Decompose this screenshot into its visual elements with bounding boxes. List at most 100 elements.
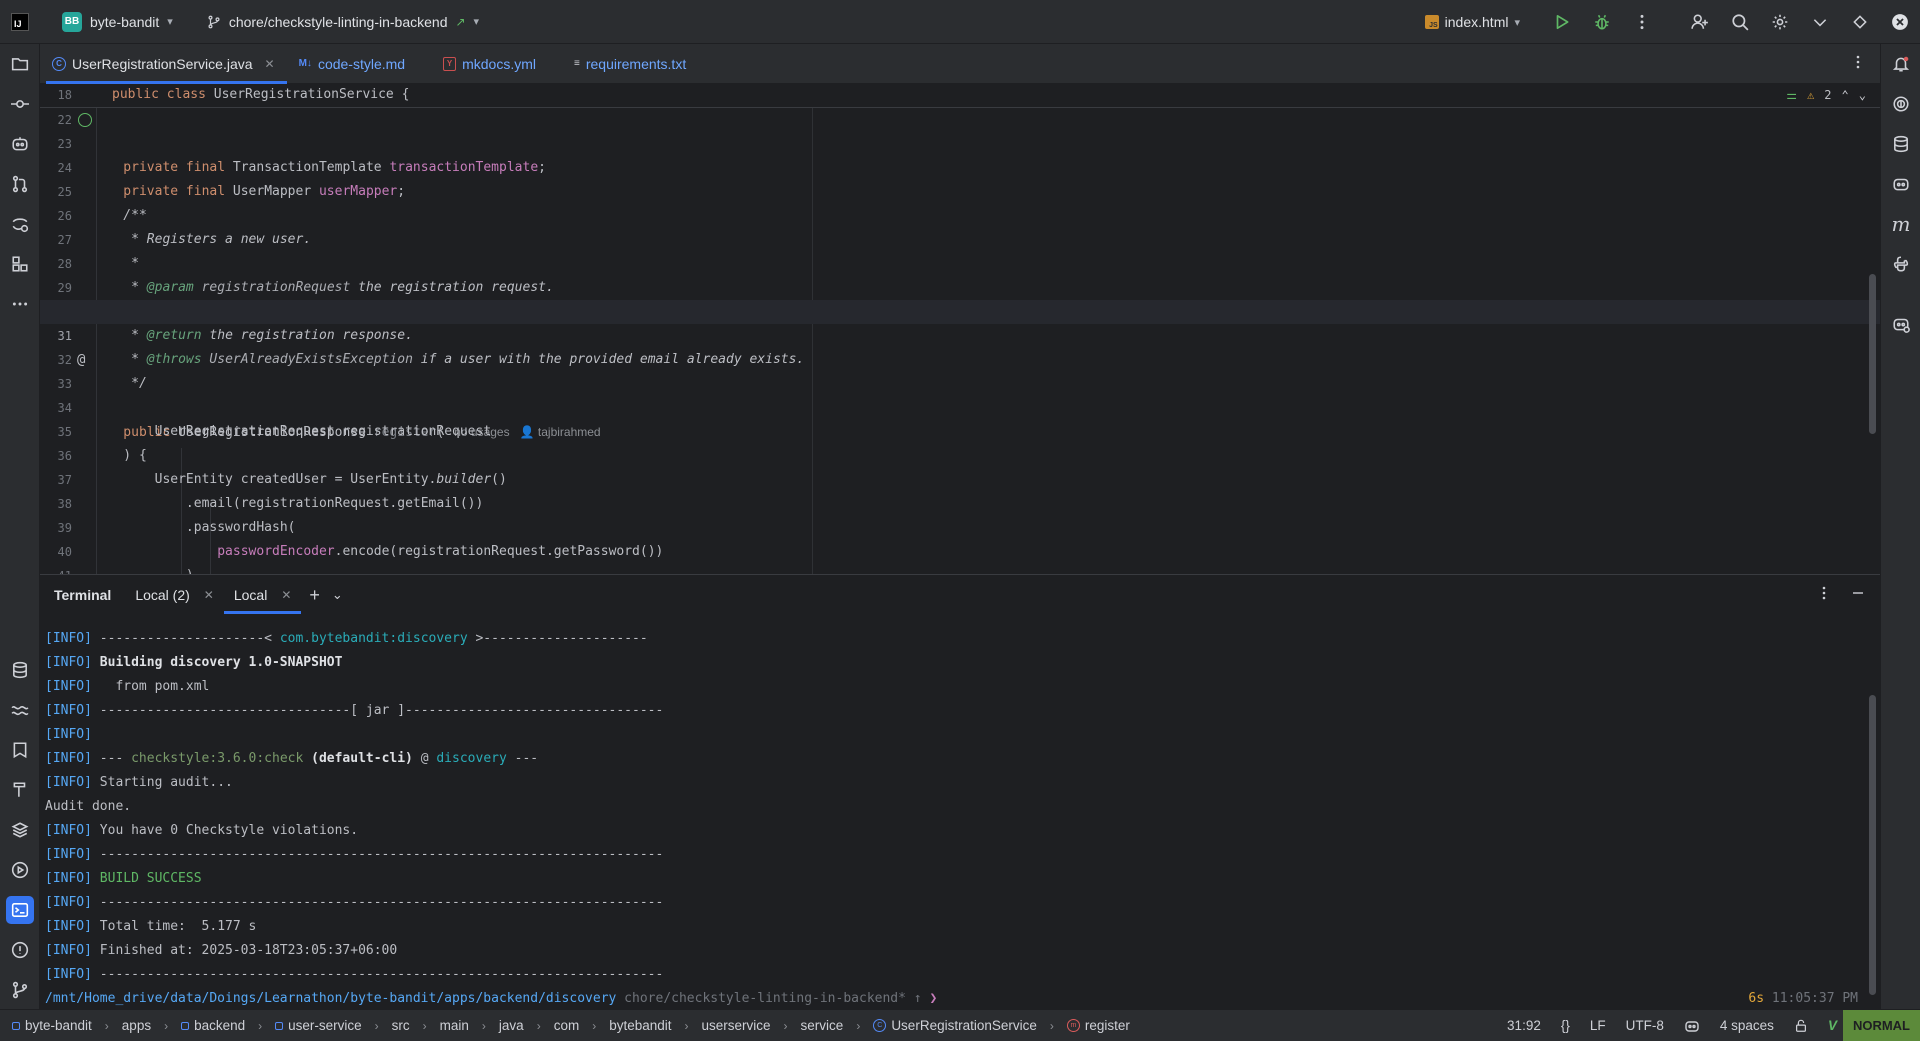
pull-requests-tool-button[interactable] [0, 126, 40, 162]
chevron-down-icon[interactable]: ⌄ [1859, 88, 1866, 102]
tab-mkdocs[interactable]: Y mkdocs.yml [431, 44, 548, 83]
inspection-widget[interactable]: ⚌ ⚠ 2 ⌃ ⌄ [1786, 88, 1866, 102]
terminal-line: [INFO] ---------------------------------… [45, 895, 664, 910]
breadcrumb-label: user-service [288, 1018, 362, 1033]
terminal-line: [INFO] ---------------------------------… [45, 967, 664, 982]
terminal-line: [INFO] Starting audit... [45, 775, 233, 790]
breadcrumb-item[interactable]: java [499, 1018, 524, 1033]
caret-position[interactable]: 31:92 [1507, 1018, 1541, 1033]
hammer-icon [13, 782, 26, 797]
database-icon [1894, 135, 1908, 153]
sticky-lines[interactable]: 18 public class UserRegistrationService … [40, 84, 1880, 108]
breadcrumb-item[interactable]: C UserRegistrationService [873, 1018, 1037, 1033]
terminal-tool-button[interactable] [0, 892, 40, 928]
file-encoding[interactable]: UTF-8 [1626, 1018, 1664, 1033]
chevron-down-icon[interactable]: ⌄ [332, 587, 343, 603]
breadcrumb-item[interactable]: src [392, 1018, 410, 1033]
breadcrumb-item[interactable]: apps [122, 1018, 151, 1033]
copilot-chat-button[interactable] [1881, 306, 1920, 342]
database-tool-button[interactable] [0, 652, 40, 688]
vim-icon[interactable]: V [1828, 1018, 1837, 1033]
problems-tool-button[interactable] [0, 932, 40, 968]
tab-requirements[interactable]: ≡ requirements.txt [562, 44, 698, 83]
window-close-button[interactable] [1880, 0, 1920, 44]
maven-button[interactable]: m [1881, 206, 1920, 242]
run-tool-button[interactable] [0, 852, 40, 888]
terminal-scrollbar[interactable] [1869, 695, 1876, 995]
breadcrumb-item[interactable]: com [554, 1018, 580, 1033]
tab-user-registration-service[interactable]: C UserRegistrationService.java ✕ [40, 44, 287, 84]
notifications-button[interactable] [1881, 46, 1920, 82]
build-tool-button[interactable] [0, 772, 40, 808]
breadcrumb-item[interactable]: service [801, 1018, 844, 1033]
code-editor[interactable]: 18 public class UserRegistrationService … [40, 84, 1880, 607]
notifications-list-tool-button[interactable] [0, 732, 40, 768]
python-packages-button[interactable] [1881, 246, 1920, 282]
play-circle-icon [11, 861, 29, 879]
settings-button[interactable] [1760, 0, 1800, 44]
version-control-tool-button[interactable] [0, 972, 40, 1008]
minimize-icon[interactable] [1850, 585, 1866, 601]
copilot-button[interactable] [1881, 166, 1920, 202]
close-icon[interactable]: ✕ [281, 588, 291, 602]
search-everywhere-button[interactable] [1720, 0, 1760, 44]
git-branch-icon [12, 981, 28, 999]
outgoing-changes-icon: ↗ [455, 14, 466, 29]
run-button[interactable] [1542, 0, 1582, 44]
close-icon[interactable]: ✕ [265, 57, 275, 71]
copilot-status-icon[interactable] [1684, 1018, 1700, 1034]
debug-button[interactable] [1582, 0, 1622, 44]
more-tools-button[interactable] [0, 286, 40, 322]
run-configuration-selector[interactable]: JS index.html ▾ [1424, 14, 1520, 30]
ai-assistant-tool-button[interactable] [0, 206, 40, 242]
code-line: 27 * [40, 204, 1880, 271]
terminal-tab-local[interactable]: Local ✕ [223, 575, 302, 615]
breadcrumb-item[interactable]: bytebandit [609, 1018, 671, 1033]
braces-icon[interactable]: {} [1561, 1018, 1570, 1033]
breadcrumb-item[interactable]: m register [1066, 1018, 1130, 1033]
more-vertical-icon[interactable] [1816, 585, 1832, 601]
chevron-up-icon[interactable]: ⌃ [1842, 88, 1849, 102]
window-maximize-button[interactable] [1840, 0, 1880, 44]
git-tool-button[interactable] [0, 166, 40, 202]
breadcrumb-item[interactable]: byte-bandit [12, 1018, 92, 1033]
editor-scrollbar[interactable] [1869, 274, 1876, 434]
window-minimize-button[interactable] [1800, 0, 1840, 44]
structure-tool-button[interactable] [0, 246, 40, 282]
lock-open-icon[interactable] [1794, 1019, 1808, 1033]
code-with-me-button[interactable] [1680, 0, 1720, 44]
main-menu-button[interactable]: IJ [0, 0, 40, 44]
ai-assistant-button[interactable] [1881, 86, 1920, 122]
breadcrumb-item[interactable]: main [440, 1018, 469, 1033]
vim-mode-indicator[interactable]: NORMAL [1842, 1010, 1920, 1041]
breadcrumb-item[interactable]: backend [181, 1018, 245, 1033]
terminal-prompt[interactable]: /mnt/Home_drive/data/Doings/Learnathon/b… [45, 987, 937, 1011]
close-icon[interactable]: ✕ [204, 588, 214, 602]
commit-tool-button[interactable] [0, 86, 40, 122]
indent-setting[interactable]: 4 spaces [1720, 1018, 1774, 1033]
breadcrumb-label: UserRegistrationService [891, 1018, 1037, 1033]
at-annotation-icon[interactable]: @ [77, 348, 85, 372]
database-button[interactable] [1881, 126, 1920, 162]
code-line-current: 31 * @throws UserAlreadyExistsException … [40, 300, 1880, 367]
terminal-tab-local-2[interactable]: Local (2) ✕ [125, 575, 224, 615]
breadcrumb-item[interactable]: user-service [275, 1018, 362, 1033]
breadcrumb-item[interactable]: userservice [702, 1018, 771, 1033]
more-vertical-icon [1640, 14, 1644, 30]
endpoints-tool-button[interactable] [0, 692, 40, 728]
services-tool-button[interactable] [0, 812, 40, 848]
tab-options-button[interactable] [1850, 54, 1866, 73]
tab-code-style[interactable]: M↓ code-style.md [287, 44, 418, 83]
bean-icon[interactable] [78, 113, 92, 127]
code-line: 26 * Registers a new user. [40, 180, 1880, 247]
project-tool-button[interactable] [0, 46, 40, 82]
project-selector[interactable]: BB byte-bandit ▾ [56, 7, 179, 37]
vcs-branch-selector[interactable]: chore/checkstyle-linting-in-backend ↗ ▾ [201, 7, 485, 37]
more-actions-button[interactable] [1622, 0, 1662, 44]
text-file-icon: ≡ [574, 58, 580, 69]
chevron-right-icon: › [422, 1018, 427, 1033]
gear-icon [1772, 14, 1788, 30]
line-ending[interactable]: LF [1590, 1018, 1606, 1033]
new-terminal-plus-icon[interactable]: + [309, 585, 320, 606]
chevron-down-icon: ▾ [1514, 16, 1520, 29]
